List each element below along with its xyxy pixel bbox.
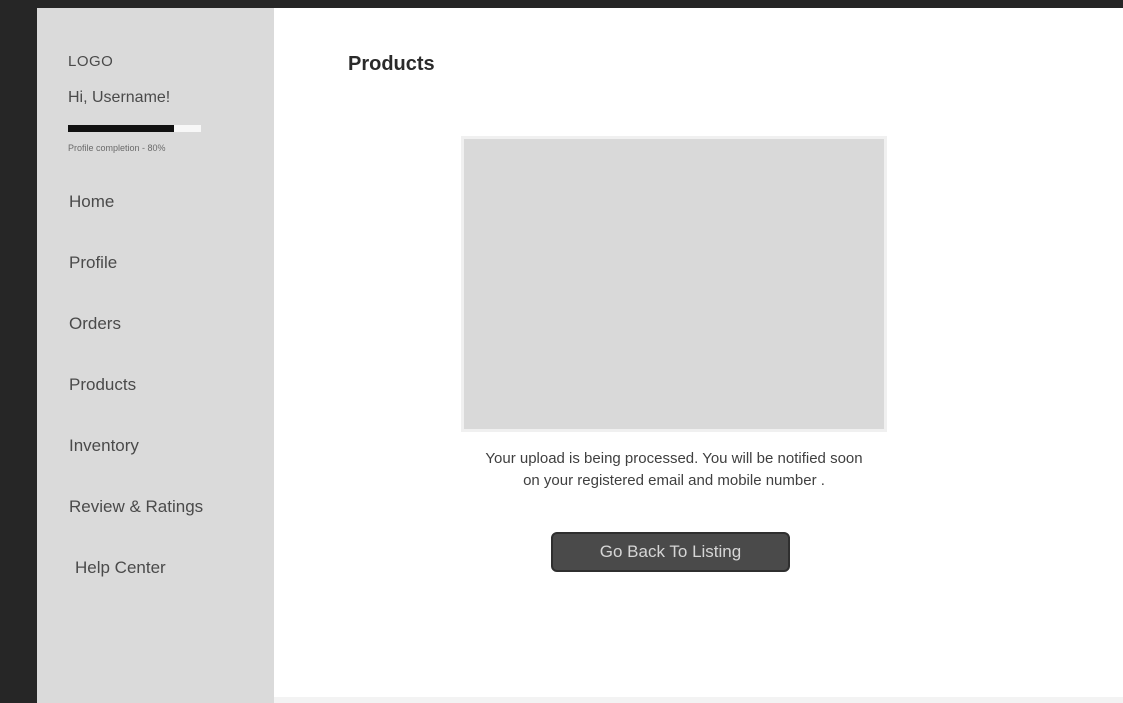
profile-completion-fill	[68, 125, 175, 132]
sidebar-item-home[interactable]: Home	[69, 192, 114, 212]
go-back-to-listing-button[interactable]: Go Back To Listing	[551, 532, 790, 572]
profile-completion-caption: Profile completion - 80%	[68, 143, 166, 153]
sidebar-item-profile[interactable]: Profile	[69, 253, 117, 273]
app-window: LOGO Hi, Username! Profile completion - …	[0, 0, 1123, 703]
sidebar-item-help-center[interactable]: Help Center	[75, 558, 166, 578]
sidebar: LOGO Hi, Username! Profile completion - …	[37, 8, 274, 703]
logo: LOGO	[68, 53, 114, 70]
profile-completion-bar	[68, 125, 201, 132]
upload-preview-placeholder	[464, 139, 884, 429]
sidebar-item-products[interactable]: Products	[69, 375, 136, 395]
user-greeting: Hi, Username!	[68, 89, 171, 106]
upload-preview-frame	[461, 136, 887, 432]
sidebar-item-orders[interactable]: Orders	[69, 314, 121, 334]
main-footer-strip	[274, 697, 1123, 703]
sidebar-item-review-ratings[interactable]: Review & Ratings	[69, 497, 203, 517]
sidebar-item-inventory[interactable]: Inventory	[69, 436, 139, 456]
upload-status-message: Your upload is being processed. You will…	[485, 450, 863, 489]
main-content: Products Your upload is being processed.…	[274, 8, 1123, 697]
page-title: Products	[348, 53, 435, 75]
